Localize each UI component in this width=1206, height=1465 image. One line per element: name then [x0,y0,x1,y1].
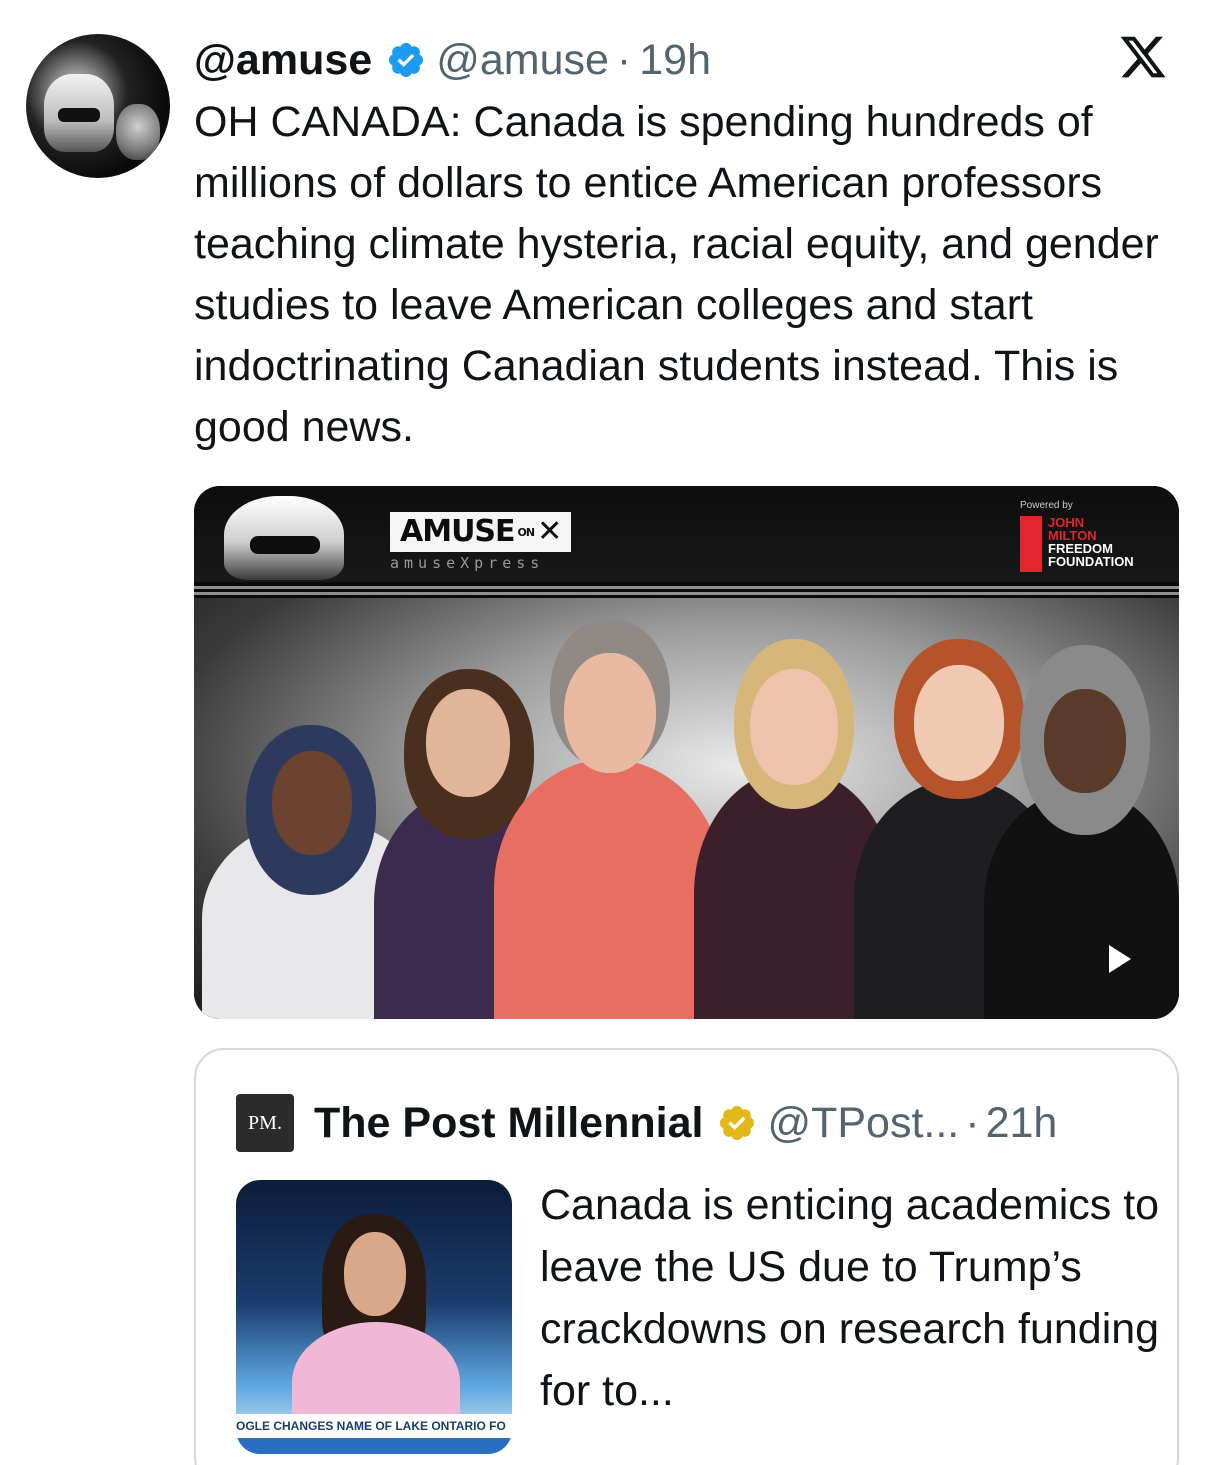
author-avatar[interactable] [26,34,170,178]
amuse-subtitle: amuseXpress [390,554,545,572]
banner-divider [194,592,1179,595]
gold-verified-badge-icon [720,1105,755,1141]
separator-dot: · [965,1098,980,1147]
quoted-handle[interactable]: @TPost... [767,1099,959,1148]
news-chyron: OGLE CHANGES NAME OF LAKE ONTARIO FO [236,1414,512,1438]
quoted-tweet-header: PM. The Post Millennial @TPost... · 21h [236,1094,1058,1152]
person-6 [984,639,1179,1019]
play-icon[interactable] [1109,945,1131,973]
x-logo-icon[interactable] [1118,32,1168,82]
avatar-face [116,104,160,160]
amuse-logo: AMUSE ON ✕ [390,512,572,552]
stormtrooper-helmet [44,74,114,152]
display-name[interactable]: @amuse [194,36,372,85]
group-photo [194,598,1179,1019]
stormtrooper-helmet-graphic [224,496,344,580]
tweet-header: @amuse @amuse · 19h [194,32,711,88]
quoted-display-name[interactable]: The Post Millennial [314,1099,703,1148]
media-banner: AMUSE ON ✕ amuseXpress Powered by JOHN MIL… [194,486,1179,582]
banner-divider [194,586,1179,589]
quoted-post-time[interactable]: 21h [986,1099,1058,1148]
quoted-tweet[interactable]: PM. The Post Millennial @TPost... · 21h … [194,1048,1179,1465]
quoted-thumbnail[interactable]: OGLE CHANGES NAME OF LAKE ONTARIO FO [236,1180,512,1454]
separator-dot: · [616,35,632,84]
tweet-media-image[interactable]: AMUSE ON ✕ amuseXpress Powered by JOHN MIL… [194,486,1179,1019]
sponsor-logo: JOHN MILTON FREEDOM FOUNDATION [1020,516,1134,572]
verified-badge-icon [389,42,424,78]
post-time[interactable]: 19h [639,36,711,85]
quoted-author-avatar[interactable]: PM. [236,1094,294,1152]
quoted-tweet-text: Canada is enticing academics to leave th… [540,1181,1160,1415]
powered-by-label: Powered by [1020,500,1073,511]
tweet-text: OH CANADA: Canada is spending hundreds o… [194,98,1159,451]
person-3 [494,619,724,1019]
author-handle[interactable]: @amuse [436,36,609,85]
